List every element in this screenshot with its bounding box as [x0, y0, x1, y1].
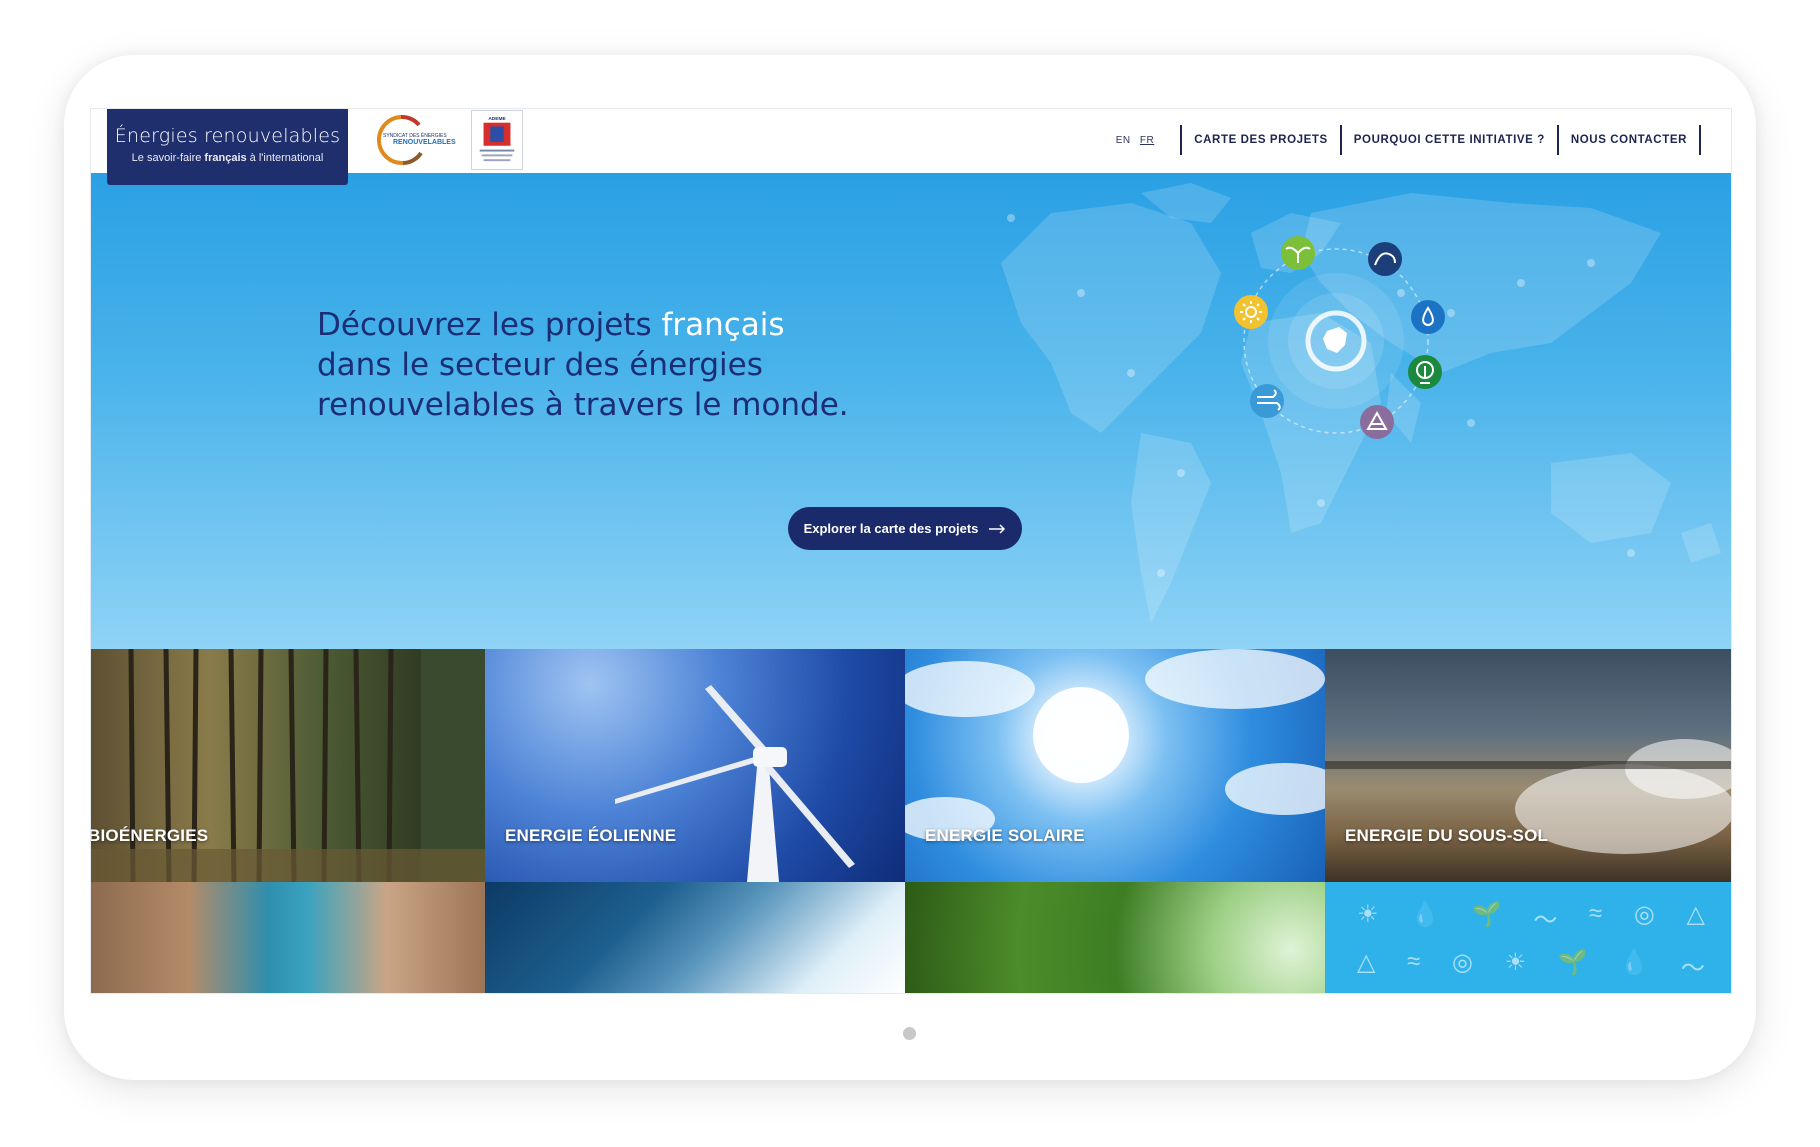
tile-bioenergies-label: BIOÉNERGIES	[91, 826, 209, 845]
plant-icon	[1281, 236, 1315, 270]
tile-forest-bubble[interactable]	[905, 882, 1325, 993]
tile-bioenergies[interactable]: BIOÉNERGIES	[91, 649, 485, 882]
plant-icon: 🌱	[1471, 901, 1502, 928]
brand-title: Énergies renouvelables	[114, 125, 341, 147]
mountain-icon: △	[1686, 901, 1705, 928]
nav-carte-des-projets[interactable]: CARTE DES PROJETS	[1180, 125, 1340, 155]
sun-icon: ☀	[1504, 949, 1527, 976]
plant-icon: 🌱	[1557, 949, 1588, 976]
tile-energy-icons-pattern: ☀ 💧 🌱 〜 ≈ ◎ △ △ ≈ ◎ ☀ 🌱 💧 〜	[1325, 882, 1731, 993]
explore-map-button[interactable]: Explorer la carte des projets	[788, 507, 1022, 550]
wave-icon: 〜	[1680, 955, 1705, 982]
drop-icon: 💧	[1619, 949, 1650, 976]
wind-turbine-illustration	[615, 685, 855, 882]
brand-tagline: Le savoir-faire français à l'internation…	[131, 152, 324, 164]
lang-en[interactable]: EN	[1116, 135, 1131, 146]
language-switcher: EN FR	[1110, 135, 1155, 146]
tile-energie-eolienne[interactable]: ENERGIE ÉOLIENNE	[485, 649, 905, 882]
geothermal-icon: ◎	[1451, 949, 1473, 976]
tile-energie-du-sous-sol-label: ENERGIE DU SOUS-SOL	[1345, 826, 1549, 845]
ademe-logo[interactable]: ADEME	[471, 110, 523, 170]
screen: Énergies renouvelables Le savoir-faire f…	[90, 108, 1732, 994]
nav-pourquoi-cette-initiative[interactable]: POURQUOI CETTE INITIATIVE ?	[1339, 125, 1557, 155]
ser-logo-line1: SYNDICAT DES ÉNERGIES	[383, 132, 447, 139]
tile-energie-du-sous-sol[interactable]: ENERGIE DU SOUS-SOL	[1325, 649, 1731, 882]
ademe-logo-label: ADEME	[488, 116, 506, 122]
wind-icon	[1250, 384, 1284, 418]
sun-icon	[1234, 295, 1268, 329]
ser-logo-line2: RENOUVELABLES	[393, 139, 456, 146]
energy-tiles: BIOÉNERGIES ENERGIE ÉOLIENNE ENERGIE SOL…	[91, 649, 1731, 993]
drop-icon	[1411, 300, 1445, 334]
tile-energie-solaire[interactable]: ENERGIE SOLAIRE	[905, 649, 1325, 882]
tile-energie-solaire-label: ENERGIE SOLAIRE	[925, 826, 1085, 845]
tile-marine-waves[interactable]	[485, 882, 905, 993]
wind-icon: ≈	[1407, 948, 1421, 975]
hero-title: Découvrez les projets français dans le s…	[317, 307, 849, 423]
sun-sky-illustration	[905, 649, 1325, 841]
site-header: Énergies renouvelables Le savoir-faire f…	[91, 109, 1731, 185]
geothermal-landscape-illustration	[1325, 739, 1731, 854]
main-nav: EN FR CARTE DES PROJETS POURQUOI CETTE I…	[1110, 125, 1701, 155]
world-map-illustration	[1001, 183, 1721, 623]
pattern-row-2: △ ≈ ◎ ☀ 🌱 💧 〜	[1357, 948, 1705, 983]
hero-title-highlight: français	[661, 307, 785, 343]
arrow-right-icon	[989, 523, 1006, 534]
geothermal-icon	[1408, 355, 1442, 389]
wave-icon	[1368, 242, 1402, 276]
carousel-dot[interactable]	[903, 1027, 916, 1040]
sun-icon: ☀	[1357, 901, 1379, 928]
wave-icon: 〜	[1533, 907, 1558, 934]
lang-fr[interactable]: FR	[1140, 135, 1154, 146]
brand-logo[interactable]: Énergies renouvelables Le savoir-faire f…	[107, 109, 348, 185]
forest-illustration	[91, 649, 485, 882]
pattern-row-1: ☀ 💧 🌱 〜 ≈ ◎ △	[1357, 900, 1705, 935]
wind-icon: ≈	[1588, 900, 1603, 927]
nav-nous-contacter[interactable]: NOUS CONTACTER	[1556, 125, 1701, 155]
geothermal-icon: ◎	[1633, 901, 1655, 928]
drop-icon: 💧	[1410, 901, 1441, 928]
explore-map-button-label: Explorer la carte des projets	[803, 521, 979, 536]
mountain-icon: △	[1357, 949, 1376, 976]
tile-energie-eolienne-label: ENERGIE ÉOLIENNE	[505, 826, 677, 845]
ser-logo[interactable]: SYNDICAT DES ÉNERGIES RENOUVELABLES	[363, 111, 463, 169]
hero-section: Découvrez les projets français dans le s…	[91, 173, 1731, 649]
tile-hydro-canyon[interactable]	[91, 882, 485, 993]
mountain-icon	[1360, 405, 1394, 439]
